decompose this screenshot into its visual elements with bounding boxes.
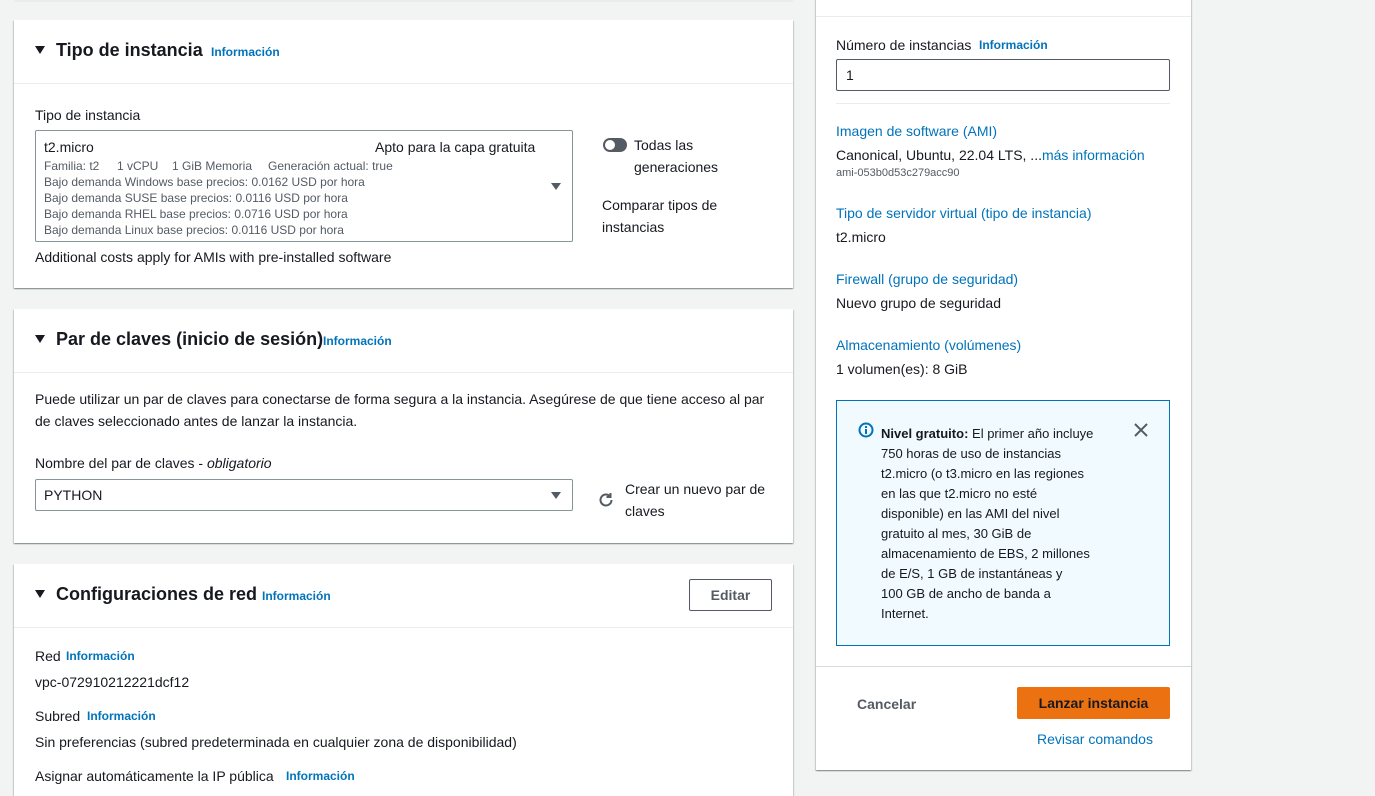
num-instances-input[interactable]: 1 (836, 59, 1170, 91)
toggle-label-line2: generaciones (634, 159, 719, 175)
launch-instance-label: Lanzar instancia (1038, 695, 1149, 711)
subnet-label: Subred (35, 708, 81, 724)
info-link[interactable]: Información (323, 334, 392, 348)
free-tier-label: Apto para la capa gratuita (375, 139, 536, 155)
info-link[interactable]: Información (262, 589, 331, 603)
previous-panel-edge (14, 0, 793, 2)
family-text: Familia: t2 (44, 159, 100, 173)
firewall-link[interactable]: Firewall (grupo de seguridad) (836, 271, 1018, 287)
info-link[interactable]: Información (979, 38, 1048, 52)
key-pair-panel: Par de claves (inicio de sesión) Informa… (14, 309, 793, 543)
summary-top-divider (816, 16, 1191, 17)
info-link[interactable]: Información (87, 709, 156, 723)
free-tier-line: de E/S, 1 GB de instantáneas y (881, 566, 1063, 581)
panel-title: Configuraciones de red (56, 584, 258, 604)
vcpu-text: 1 vCPU (117, 159, 159, 173)
create-key-pair-link[interactable]: Crear un nuevo par de (625, 481, 765, 497)
free-tier-line: en las que t2.micro no esté (881, 486, 1038, 501)
num-instances-label: Número de instancias (836, 37, 972, 53)
free-tier-line: almacenamiento de EBS, 2 millones (881, 546, 1090, 561)
rhel-price: Bajo demanda RHEL base precios: 0.0716 U… (44, 207, 348, 221)
instance-type-select[interactable]: t2.micro Apto para la capa gratuita Fami… (35, 130, 573, 242)
storage-link[interactable]: Almacenamiento (volúmenes) (836, 337, 1021, 353)
free-tier-line: t2.micro (o t3.micro en las regiones (881, 466, 1085, 481)
selected-type: t2.micro (44, 139, 94, 155)
public-ip-label: Asignar automáticamente la IP pública (35, 768, 274, 784)
panel-title: Tipo de instancia (56, 40, 203, 60)
suse-price: Bajo demanda SUSE base precios: 0.0116 U… (44, 191, 348, 205)
key-pair-field-label-text: Nombre del par de claves - (35, 455, 207, 471)
required-text: obligatorio (206, 455, 272, 471)
ami-more-link[interactable]: más información (1042, 147, 1145, 163)
ami-id: ami-053b0d53c279acc90 (836, 167, 960, 179)
free-tier-line: 100 GB de ancho de banda a (881, 586, 1051, 601)
windows-price: Bajo demanda Windows base precios: 0.016… (44, 175, 365, 189)
ami-link[interactable]: Imagen de software (AMI) (836, 123, 997, 139)
caret-down-icon[interactable] (35, 46, 45, 54)
memory-text: 1 GiB Memoria (172, 159, 253, 173)
info-link[interactable]: Información (211, 45, 280, 59)
info-link[interactable]: Información (66, 649, 135, 663)
network-label: Red (35, 648, 61, 664)
edit-button[interactable]: Editar (689, 579, 772, 611)
free-tier-text: Nivel gratuito: El primer año incluye 75… (881, 424, 1121, 624)
key-pair-field-label: Nombre del par de claves - obligatorio (35, 455, 272, 471)
subnet-value: Sin preferencias (subred predeterminada … (35, 734, 517, 750)
all-generations-toggle[interactable] (603, 138, 627, 152)
free-tier-line-text: El primer año incluye (968, 426, 1094, 441)
summary-body: Número de instancias Información 1 Image… (816, 0, 1191, 667)
compare-types-link[interactable]: Comparar tipos de (602, 197, 717, 213)
free-tier-title: Nivel gratuito: (881, 426, 969, 441)
key-pair-description-line1: Puede utilizar un par de claves para con… (35, 391, 765, 407)
free-tier-line: Internet. (881, 606, 929, 621)
free-tier-line: Nivel gratuito: El primer año incluye (881, 424, 1121, 444)
summary-panel: Número de instancias Información 1 Image… (816, 0, 1191, 770)
key-pair-description-line2: de claves seleccionado antes de lanzar l… (35, 413, 358, 429)
server-type-value: t2.micro (836, 229, 886, 245)
cancel-button[interactable]: Cancelar (857, 696, 916, 712)
close-icon[interactable] (1134, 423, 1148, 437)
key-pair-header[interactable]: Par de claves (inicio de sesión) Informa… (14, 309, 793, 373)
panel-title: Par de claves (inicio de sesión) (56, 329, 324, 349)
ami-value-text: Canonical, Ubuntu, 22.04 LTS, ... (836, 147, 1042, 163)
edit-button-label: Editar (710, 587, 751, 603)
network-header[interactable]: Configuraciones de red Información Edita… (14, 564, 793, 628)
firewall-value: Nuevo grupo de seguridad (836, 295, 1002, 311)
info-link[interactable]: Información (286, 769, 355, 783)
additional-costs-link[interactable]: Additional costs apply for AMIs with pre… (35, 249, 391, 265)
info-circle-icon (858, 422, 874, 438)
free-tier-alert: Nivel gratuito: El primer año incluye 75… (836, 400, 1170, 646)
field-label: Tipo de instancia (35, 107, 141, 123)
instance-type-panel: Tipo de instancia Información Tipo de in… (14, 20, 793, 288)
toggle-knob (605, 140, 615, 150)
generation-text: Generación actual: true (268, 159, 393, 173)
storage-value: 1 volumen(es): 8 GiB (836, 361, 968, 377)
create-key-pair-link-line2[interactable]: claves (625, 503, 665, 519)
compare-types-link-line2[interactable]: instancias (602, 219, 664, 235)
divider (836, 103, 1170, 104)
toggle-label-line1: Todas las (634, 137, 694, 153)
caret-down-icon[interactable] (35, 590, 45, 598)
instance-type-header[interactable]: Tipo de instancia Información (14, 20, 793, 84)
selected-key-pair: PYTHON (44, 487, 103, 503)
free-tier-line: disponible) en las AMI del nivel (881, 506, 1060, 521)
caret-down-icon[interactable] (35, 335, 45, 343)
key-pair-select[interactable]: PYTHON (35, 479, 573, 511)
launch-instance-button[interactable]: Lanzar instancia (1017, 687, 1170, 719)
dropdown-arrow-icon (551, 492, 561, 499)
dropdown-arrow-icon (551, 183, 561, 190)
review-commands-link[interactable]: Revisar comandos (1037, 731, 1153, 747)
free-tier-line: gratuito al mes, 30 GiB de (881, 526, 1032, 541)
server-type-link[interactable]: Tipo de servidor virtual (tipo de instan… (836, 205, 1092, 221)
free-tier-line: 750 horas de uso de instancias (881, 446, 1061, 461)
network-value: vpc-072910212221dcf12 (35, 674, 190, 690)
refresh-icon[interactable] (597, 491, 615, 509)
linux-price: Bajo demanda Linux base precios: 0.0116 … (44, 223, 344, 237)
network-panel: Configuraciones de red Información Edita… (14, 564, 793, 796)
num-instances-value: 1 (846, 67, 854, 83)
ami-value: Canonical, Ubuntu, 22.04 LTS, ...más inf… (836, 147, 1145, 163)
